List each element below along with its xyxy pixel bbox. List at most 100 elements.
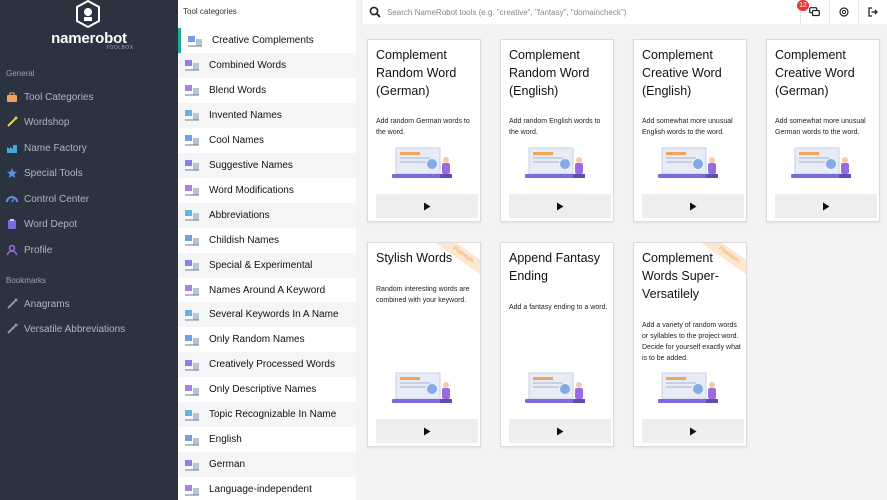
run-tool-button[interactable] [509,194,611,218]
sidebar-item-tool-categories[interactable]: Tool Categories [0,86,178,108]
laptop-illustration-icon [525,147,585,178]
sidebar-item-label: Special Tools [24,167,83,179]
play-icon [823,202,830,210]
tool-card-complement-creative-word-english[interactable]: Complement Creative Word (English) Add so… [633,39,747,222]
category-illustration-icon [185,235,199,246]
category-illustration-icon [185,309,199,321]
bookmark-label: Versatile Abbreviations [24,323,126,335]
run-tool-button[interactable] [642,194,744,218]
tool-card-complement-creative-word-german[interactable]: Complement Creative Word (German) Add som… [766,39,880,222]
bookmark-anagrams[interactable]: Anagrams [0,293,178,315]
category-illustration-icon [185,160,199,171]
category-item-german[interactable]: German [178,452,356,478]
card-title: Complement Creative Word (English) [642,48,722,98]
category-illustration-icon [185,210,199,221]
sidebar-item-profile[interactable]: Profile [0,239,178,261]
category-label: Abbreviations [209,209,270,221]
category-item-names-around-a-keyword[interactable]: Names Around A Keyword [178,278,356,303]
category-item-only-descriptive-names[interactable]: Only Descriptive Names [178,377,356,402]
search-bar[interactable] [363,0,797,24]
category-label: Special & Experimental [209,259,313,271]
bookmark-versatile-abbreviations[interactable]: Versatile Abbreviations [0,318,178,340]
laptop-illustration-icon [392,372,452,403]
tool-card-complement-random-word-english[interactable]: Complement Random Word (English) Add rand… [500,39,614,222]
tool-card-complement-words-super-versatilely[interactable]: Premium Complement Words Super-Versatilel… [633,242,747,447]
card-description: Add a fantasy ending to a word. [509,304,608,311]
factory-icon [7,145,17,153]
category-item-childish-names[interactable]: Childish Names [178,228,356,253]
run-tool-button[interactable] [509,419,611,443]
category-label: Word Modifications [209,184,294,196]
category-item-abbreviations[interactable]: Abbreviations [178,202,356,228]
search-icon [369,6,381,18]
category-item-topic-recognizable-in-name[interactable]: Topic Recognizable In Name [178,402,356,428]
category-label: Invented Names [209,109,282,121]
tool-card-complement-random-word-german[interactable]: Complement Random Word (German) Add rando… [367,39,481,222]
category-illustration-icon [185,135,199,146]
run-tool-button[interactable] [376,419,478,443]
run-tool-button[interactable] [376,194,478,218]
card-description: Add random German words to the word. [376,118,470,136]
laptop-illustration-icon [658,372,718,403]
category-item-cool-names[interactable]: Cool Names [178,128,356,153]
category-item-creative-complements[interactable]: Creative Complements [178,28,356,53]
robot-logo-icon [76,0,100,28]
tool-card-append-fantasy-ending[interactable]: Append Fantasy Ending Add a fantasy endin… [500,242,614,447]
play-icon [690,427,697,435]
category-label: Language-independent [209,484,312,496]
card-title: Stylish Words [376,251,453,265]
category-item-only-random-names[interactable]: Only Random Names [178,327,356,352]
category-label: Blend Words [209,84,267,96]
category-label: English [209,434,242,446]
sidebar-item-wordshop[interactable]: Wordshop [0,111,178,133]
play-icon [424,202,431,210]
category-label: German [209,459,246,471]
category-label: Only Descriptive Names [209,384,317,396]
category-item-invented-names[interactable]: Invented Names [178,102,356,128]
category-item-suggestive-names[interactable]: Suggestive Names [178,152,356,178]
category-item-several-keywords-in-a-name[interactable]: Several Keywords In A Name [178,302,356,328]
category-item-word-modifications[interactable]: Word Modifications [178,178,356,203]
category-illustration-icon [185,409,199,421]
category-item-special-experimental[interactable]: Special & Experimental [178,252,356,278]
help-icon [838,7,849,17]
tool-card-stylish-words[interactable]: Premium Stylish Words Random interesting w… [367,242,481,447]
category-item-combined-words[interactable]: Combined Words [178,52,356,78]
wand-icon [7,116,18,127]
category-item-blend-words[interactable]: Blend Words [178,78,356,103]
category-illustration-icon [185,484,199,496]
sidebar-item-label: Tool Categories [24,91,94,103]
notifications-badge[interactable]: 12 [797,0,809,11]
clipboard-icon [8,219,16,229]
logout-button[interactable] [858,0,886,24]
card-description: Add somewhat more unusual German words t… [775,118,866,136]
category-illustration-icon [185,185,199,196]
category-item-english[interactable]: English [178,427,356,452]
category-illustration-icon [185,334,199,346]
sidebar-item-name-factory[interactable]: Name Factory [0,137,178,159]
brand-sub: TOOLBOX [106,45,134,51]
laptop-illustration-icon [791,147,851,178]
anagram-icon [7,298,18,309]
sidebar: namerobot TOOLBOX General Tool Categorie… [0,0,178,500]
category-illustration-icon [185,260,199,271]
sidebar-item-control-center[interactable]: Control Center [0,188,178,210]
category-illustration-icon [185,110,199,121]
run-tool-button[interactable] [642,419,744,443]
category-item-creatively-processed-words[interactable]: Creatively Processed Words [178,352,356,378]
category-label: Childish Names [209,234,280,246]
sidebar-item-special-tools[interactable]: Special Tools [0,162,178,184]
laptop-illustration-icon [525,372,585,403]
card-description: Random interesting words are combined wi… [376,286,470,304]
run-tool-button[interactable] [775,194,877,218]
logo[interactable]: namerobot TOOLBOX [0,0,178,56]
dashboard-icon [6,196,18,203]
category-label: Suggestive Names [209,159,293,171]
sidebar-item-label: Name Factory [24,142,87,154]
category-item-language-independent[interactable]: Language-independent [178,477,356,500]
category-illustration-icon [185,359,199,371]
help-button[interactable] [829,0,857,24]
sidebar-item-word-depot[interactable]: Word Depot [0,213,178,235]
categories-panel: Tool categories Creative Complements Comb… [178,0,356,500]
search-input[interactable] [387,7,787,17]
